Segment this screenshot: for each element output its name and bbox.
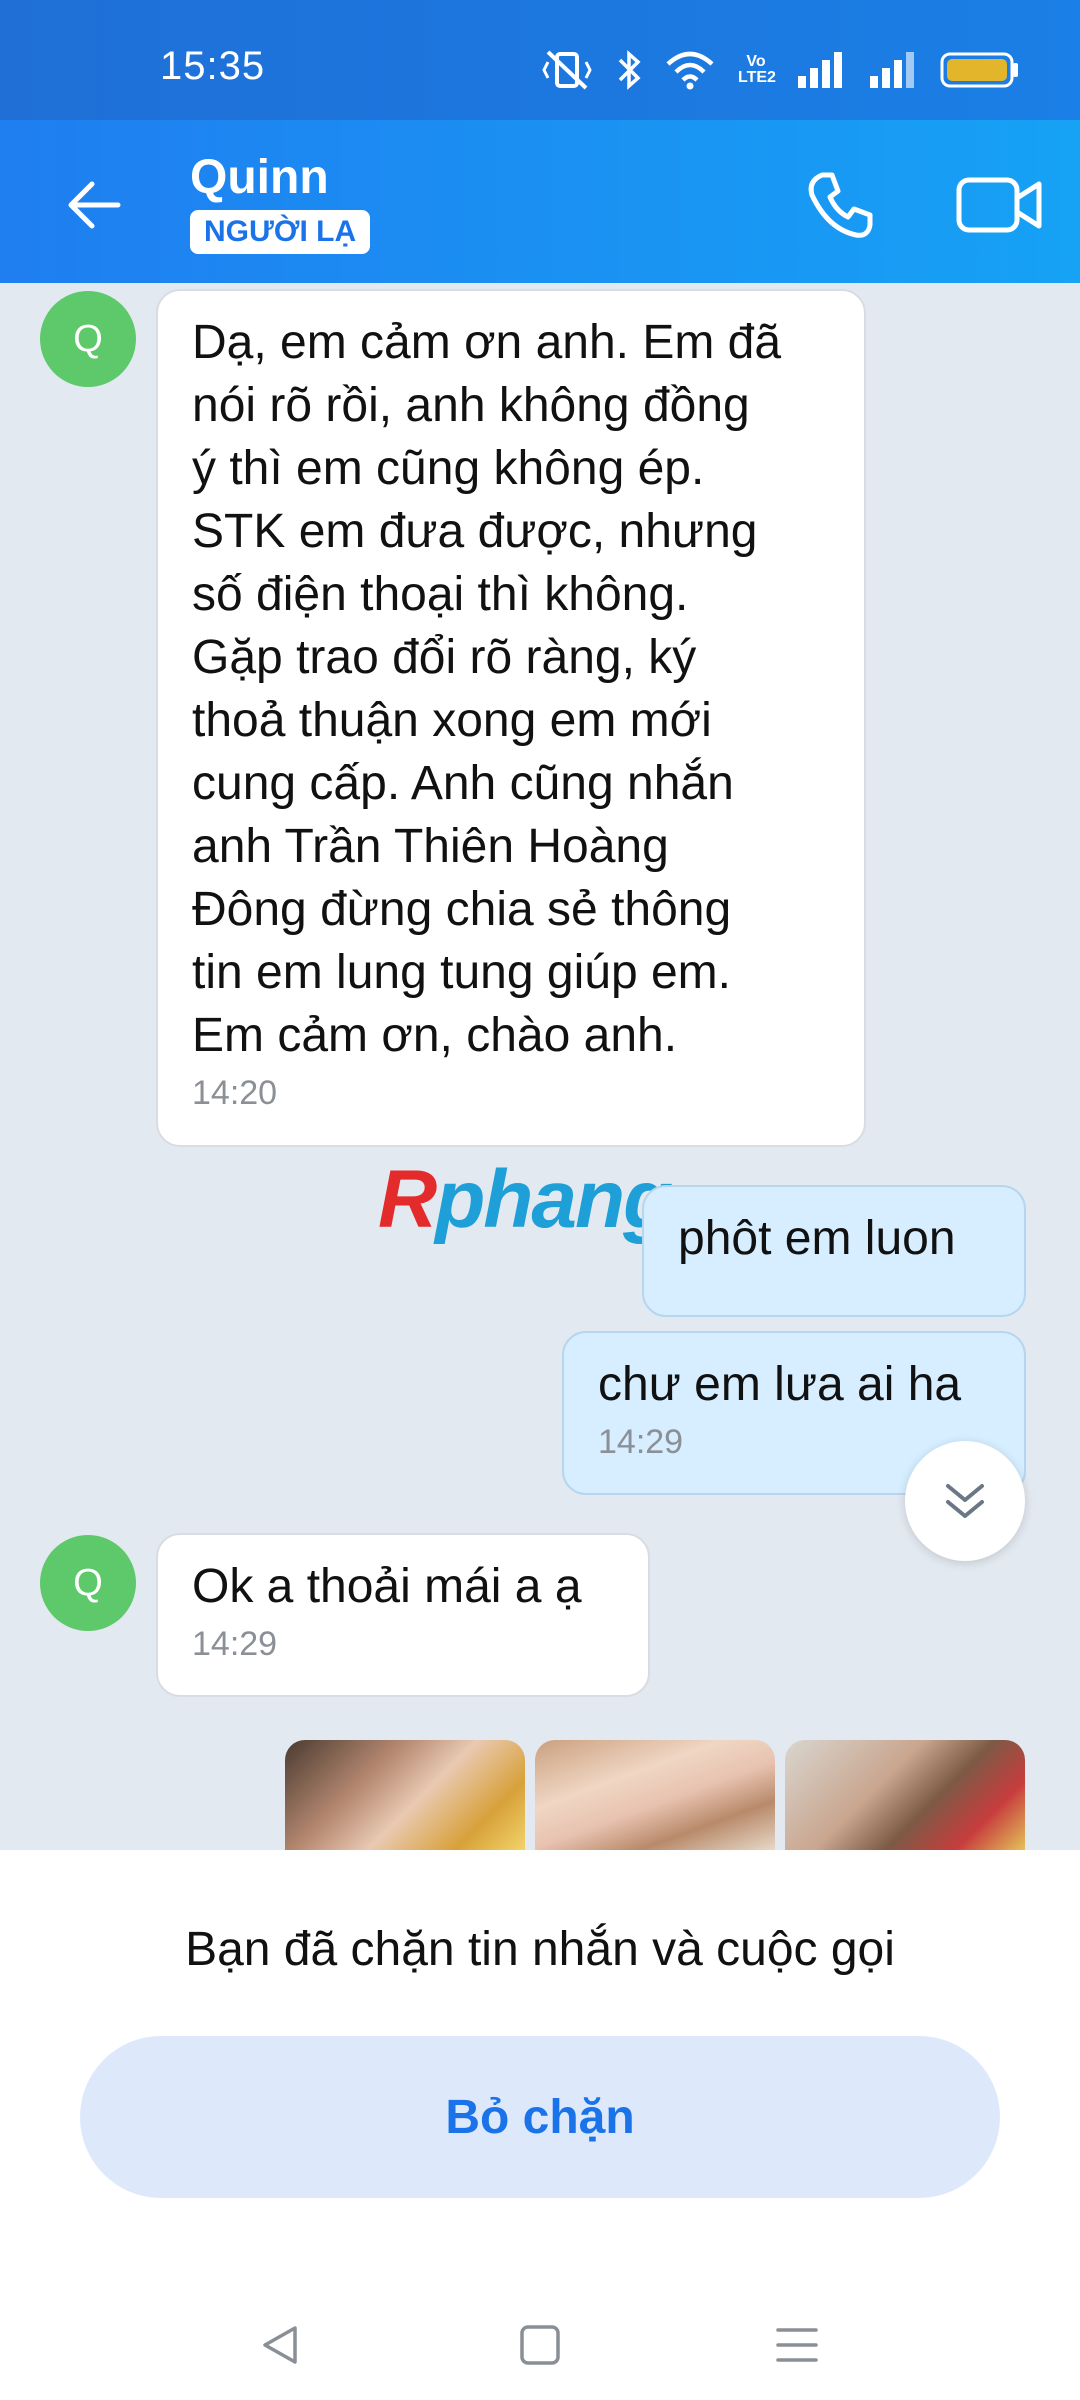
contact-avatar[interactable]: Q	[40, 291, 136, 387]
bluetooth-icon	[618, 50, 641, 90]
video-camera-icon[interactable]	[955, 168, 1045, 243]
message-line: thoả thuận xong em mới	[192, 694, 712, 747]
message-line: anh Trần Thiên Hoàng	[192, 820, 669, 873]
contact-name[interactable]: Quinn	[190, 150, 329, 205]
home-square-icon[interactable]	[515, 2320, 565, 2370]
message-time: 14:20	[192, 1074, 278, 1112]
contact-avatar[interactable]: Q	[40, 1535, 136, 1631]
message-line: STK em đưa được, nhưng	[192, 505, 758, 558]
message-line: số điện thoại thì không.	[192, 568, 689, 621]
message-line: Đông đừng chia sẻ thông	[192, 883, 732, 936]
mute-vibrate-icon	[542, 50, 592, 90]
signal-icon	[870, 52, 914, 88]
status-bar: 15:35 Vo LTE2	[0, 0, 1080, 120]
photo-thumbnail[interactable]	[285, 1740, 525, 1850]
arrow-left-icon[interactable]	[60, 170, 130, 240]
message-text: Ok a thoải mái a ạ	[192, 1560, 582, 1613]
avatar-initial: Q	[73, 1561, 103, 1604]
stranger-badge: NGƯỜI LẠ	[190, 210, 371, 254]
wifi-icon	[666, 51, 714, 90]
blocked-notice: Bạn đã chặn tin nhắn và cuộc gọi	[185, 1923, 895, 1976]
scroll-to-bottom-button[interactable]	[905, 1441, 1025, 1561]
message-line: nói rõ rồi, anh không đồng	[192, 379, 750, 432]
system-nav-bar	[0, 2280, 1080, 2400]
battery-icon	[940, 52, 1018, 88]
chat-header: Quinn NGƯỜI LẠ	[0, 120, 1080, 283]
message-bubble-outgoing[interactable]: phôt em luon	[642, 1185, 1026, 1317]
message-line: Dạ, em cảm ơn anh. Em đã	[192, 316, 782, 369]
phone-icon[interactable]	[800, 165, 880, 245]
chat-messages[interactable]: Q Dạ, em cảm ơn anh. Em đã nói rõ rồi, a…	[0, 283, 1080, 1850]
watermark-logo: Rphang	[378, 1153, 673, 1247]
watermark-rest: phang	[435, 1154, 673, 1245]
message-line: ý thì em cũng không ép.	[192, 442, 705, 495]
status-time: 15:35	[160, 44, 266, 88]
message-line: Gặp trao đổi rõ ràng, ký	[192, 631, 697, 684]
message-text: phôt em luon	[678, 1212, 956, 1265]
menu-lines-icon[interactable]	[772, 2320, 822, 2370]
message-time: 14:29	[192, 1625, 278, 1663]
photo-thumbnail[interactable]	[785, 1740, 1025, 1850]
back-triangle-icon[interactable]	[255, 2320, 305, 2370]
message-bubble-incoming[interactable]: Dạ, em cảm ơn anh. Em đã nói rõ rồi, anh…	[156, 289, 866, 1147]
volte-icon: Vo LTE2	[738, 53, 776, 86]
message-line: cung cấp. Anh cũng nhắn	[192, 757, 734, 810]
message-bubble-incoming[interactable]: Ok a thoải mái a ạ 14:29	[156, 1533, 650, 1697]
message-text: chư em lưa ai ha	[598, 1358, 962, 1411]
unblock-button[interactable]: Bỏ chặn	[80, 2036, 1000, 2198]
blocked-panel: Bạn đã chặn tin nhắn và cuộc gọi Bỏ chặn	[0, 1850, 1080, 2280]
double-chevron-down-icon	[946, 1484, 984, 1518]
avatar-initial: Q	[73, 317, 103, 360]
message-line: tin em lung tung giúp em.	[192, 946, 731, 999]
signal-icon	[798, 52, 842, 88]
status-icons: Vo LTE2	[540, 48, 1020, 92]
watermark-first: R	[378, 1154, 437, 1245]
photo-thumbnail[interactable]	[535, 1740, 775, 1850]
message-line: Em cảm ơn, chào anh.	[192, 1009, 678, 1062]
